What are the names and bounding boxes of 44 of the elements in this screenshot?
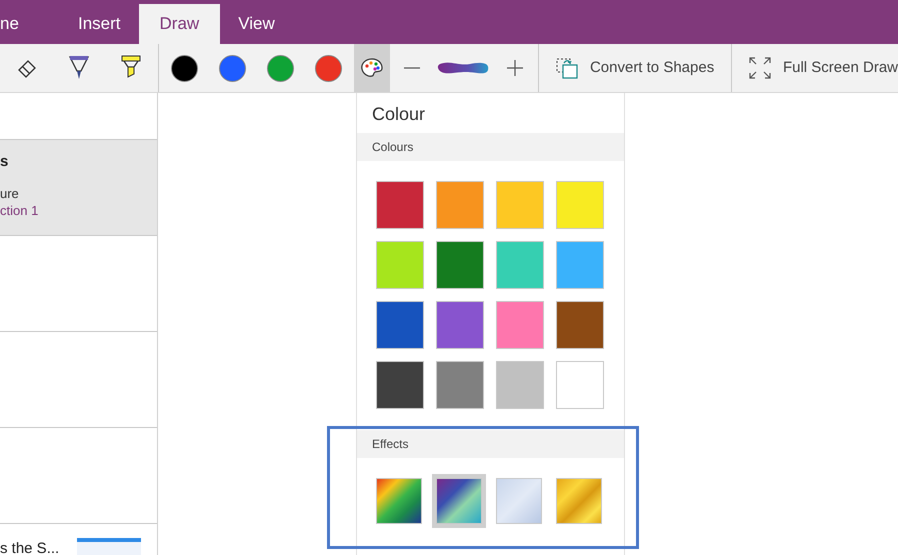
page-preview-text: ure bbox=[0, 185, 20, 202]
colour-swatch[interactable] bbox=[556, 361, 604, 409]
full-screen-draw-button[interactable]: Full Screen Draw bbox=[732, 44, 898, 92]
colour-swatch[interactable] bbox=[376, 241, 424, 289]
colour-swatch[interactable] bbox=[436, 241, 484, 289]
colour-swatch[interactable] bbox=[436, 361, 484, 409]
colour-swatch[interactable] bbox=[376, 361, 424, 409]
glitter-texture bbox=[556, 478, 602, 524]
ribbon-tab[interactable]: Draw bbox=[138, 4, 220, 44]
glitter-texture bbox=[376, 478, 422, 524]
page-list-item[interactable]: s ure ction 1 bbox=[0, 140, 157, 236]
colour-swatch[interactable] bbox=[436, 181, 484, 229]
glitter-texture bbox=[496, 478, 542, 524]
colour-swatch[interactable] bbox=[376, 181, 424, 229]
increase-button[interactable] bbox=[506, 60, 524, 76]
panel-title: Colour bbox=[371, 103, 426, 126]
colour-swatch[interactable] bbox=[496, 181, 544, 229]
page-title: s bbox=[0, 153, 10, 171]
glitter-texture bbox=[436, 478, 482, 524]
colour-swatch[interactable] bbox=[436, 301, 484, 349]
expand-icon bbox=[748, 57, 771, 79]
ribbon-tab[interactable]: View bbox=[220, 4, 293, 44]
plus-icon bbox=[507, 60, 524, 76]
ribbon-tab[interactable]: Insert bbox=[60, 4, 139, 44]
colour-swatch[interactable] bbox=[496, 301, 544, 349]
colour-swatch[interactable] bbox=[556, 301, 604, 349]
colour-swatch[interactable] bbox=[376, 301, 424, 349]
pen-colour-button[interactable] bbox=[170, 54, 198, 82]
convert-to-shapes-button[interactable]: Convert to Shapes bbox=[538, 44, 732, 92]
palette-button[interactable] bbox=[354, 44, 390, 92]
section-header: Effects bbox=[357, 430, 624, 458]
page-section-text: ction 1 bbox=[0, 202, 40, 219]
effect-swatch[interactable] bbox=[432, 474, 486, 528]
section-header: Colours bbox=[357, 133, 624, 161]
colour-swatch[interactable] bbox=[556, 241, 604, 289]
page-title: s the S... bbox=[0, 539, 60, 555]
palette-icon bbox=[360, 57, 384, 79]
colour-swatch[interactable] bbox=[496, 241, 544, 289]
pen-icon[interactable] bbox=[68, 55, 90, 81]
convert-shapes-icon bbox=[556, 57, 578, 79]
colour-swatch[interactable] bbox=[556, 181, 604, 229]
ribbon-tab[interactable]: ne bbox=[0, 4, 60, 44]
minus-icon bbox=[404, 67, 420, 69]
colour-swatch[interactable] bbox=[496, 361, 544, 409]
